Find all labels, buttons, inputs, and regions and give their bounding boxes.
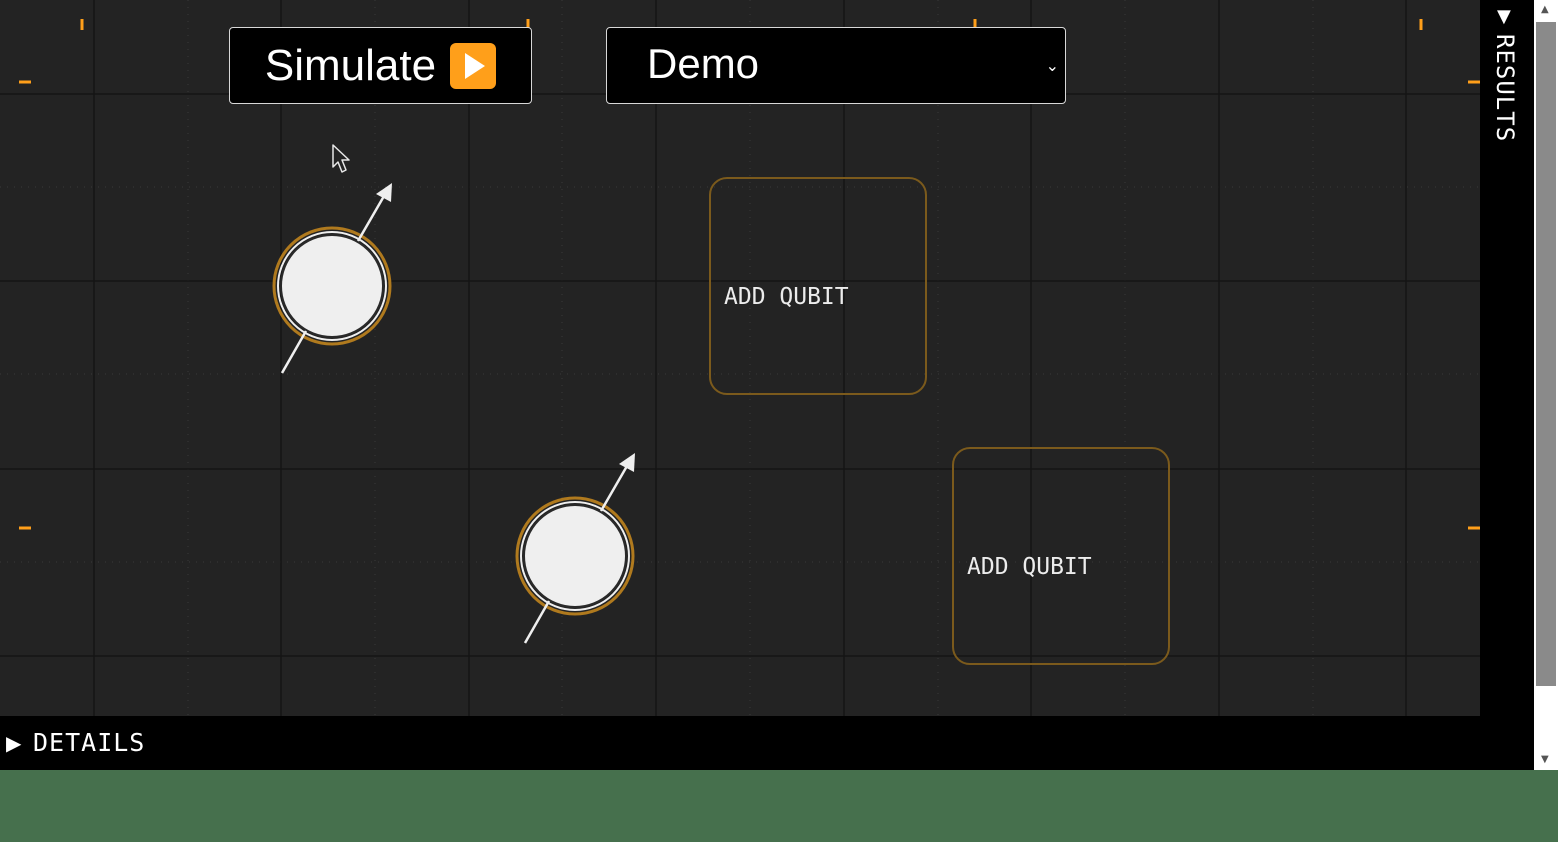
- add-qubit-label: ADD QUBIT: [967, 554, 1092, 580]
- add-qubit-button-1[interactable]: ADD QUBIT: [709, 177, 927, 395]
- demo-select[interactable]: Demo ⌄: [606, 27, 1066, 104]
- chevron-down-icon: ⌄: [1045, 58, 1059, 75]
- results-label: RESULTS: [1491, 34, 1519, 143]
- vertical-scrollbar[interactable]: ▲ ▼: [1534, 0, 1558, 770]
- results-panel-toggle[interactable]: ▼ RESULTS: [1480, 0, 1534, 770]
- details-label: DETAILS: [33, 728, 146, 757]
- add-qubit-button-2[interactable]: ADD QUBIT: [952, 447, 1170, 665]
- qubit-1[interactable]: [272, 183, 392, 374]
- qubit-2[interactable]: [515, 453, 635, 644]
- circuit-canvas[interactable]: Simulate Demo ⌄ ADD QUBIT ADD QUBIT: [0, 0, 1480, 716]
- triangle-right-icon: ▶: [6, 731, 22, 755]
- demo-select-value: Demo: [647, 40, 760, 87]
- triangle-down-icon: ▼: [1497, 6, 1511, 27]
- details-panel-toggle[interactable]: ▶ DETAILS: [0, 716, 1480, 770]
- simulate-button[interactable]: Simulate: [229, 27, 532, 104]
- scroll-down-arrow-icon[interactable]: ▼: [1541, 754, 1549, 765]
- add-qubit-label: ADD QUBIT: [724, 284, 849, 310]
- play-icon: [450, 42, 497, 89]
- mouse-cursor-icon: [332, 144, 350, 173]
- scroll-up-arrow-icon[interactable]: ▲: [1541, 4, 1549, 15]
- scrollbar-thumb[interactable]: [1536, 22, 1556, 686]
- simulate-label: Simulate: [264, 40, 437, 90]
